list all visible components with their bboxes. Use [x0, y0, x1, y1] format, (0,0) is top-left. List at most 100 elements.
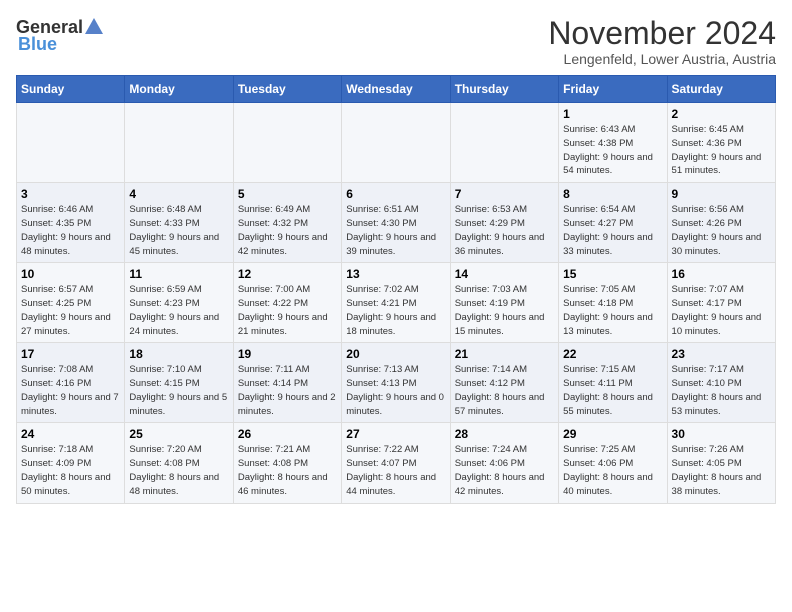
day-detail: Sunrise: 7:26 AM Sunset: 4:05 PM Dayligh… [672, 443, 771, 498]
calendar-cell [450, 103, 558, 183]
day-detail: Sunrise: 6:57 AM Sunset: 4:25 PM Dayligh… [21, 283, 120, 338]
day-number: 28 [455, 427, 554, 441]
calendar-cell: 10 Sunrise: 6:57 AM Sunset: 4:25 PM Dayli… [17, 263, 125, 343]
calendar-cell: 19 Sunrise: 7:11 AM Sunset: 4:14 PM Dayli… [233, 343, 341, 423]
day-detail: Sunrise: 6:43 AM Sunset: 4:38 PM Dayligh… [563, 123, 662, 178]
calendar-cell: 2 Sunrise: 6:45 AM Sunset: 4:36 PM Daylig… [667, 103, 775, 183]
calendar-cell: 28 Sunrise: 7:24 AM Sunset: 4:06 PM Dayli… [450, 423, 558, 503]
day-detail: Sunrise: 6:48 AM Sunset: 4:33 PM Dayligh… [129, 203, 228, 258]
day-detail: Sunrise: 7:07 AM Sunset: 4:17 PM Dayligh… [672, 283, 771, 338]
day-detail: Sunrise: 7:14 AM Sunset: 4:12 PM Dayligh… [455, 363, 554, 418]
day-number: 4 [129, 187, 228, 201]
header: General Blue November 2024 Lengenfeld, L… [16, 16, 776, 67]
calendar-cell: 18 Sunrise: 7:10 AM Sunset: 4:15 PM Dayli… [125, 343, 233, 423]
title-block: November 2024 Lengenfeld, Lower Austria,… [548, 16, 776, 67]
day-detail: Sunrise: 7:11 AM Sunset: 4:14 PM Dayligh… [238, 363, 337, 418]
day-detail: Sunrise: 6:49 AM Sunset: 4:32 PM Dayligh… [238, 203, 337, 258]
calendar-cell: 20 Sunrise: 7:13 AM Sunset: 4:13 PM Dayli… [342, 343, 450, 423]
calendar-cell: 5 Sunrise: 6:49 AM Sunset: 4:32 PM Daylig… [233, 183, 341, 263]
calendar-table: SundayMondayTuesdayWednesdayThursdayFrid… [16, 75, 776, 503]
day-detail: Sunrise: 7:21 AM Sunset: 4:08 PM Dayligh… [238, 443, 337, 498]
calendar-cell: 13 Sunrise: 7:02 AM Sunset: 4:21 PM Dayli… [342, 263, 450, 343]
day-number: 6 [346, 187, 445, 201]
day-detail: Sunrise: 6:51 AM Sunset: 4:30 PM Dayligh… [346, 203, 445, 258]
calendar-cell: 27 Sunrise: 7:22 AM Sunset: 4:07 PM Dayli… [342, 423, 450, 503]
day-header-friday: Friday [559, 76, 667, 103]
day-number: 25 [129, 427, 228, 441]
day-number: 17 [21, 347, 120, 361]
day-detail: Sunrise: 7:15 AM Sunset: 4:11 PM Dayligh… [563, 363, 662, 418]
calendar-week-row: 1 Sunrise: 6:43 AM Sunset: 4:38 PM Daylig… [17, 103, 776, 183]
day-number: 20 [346, 347, 445, 361]
day-detail: Sunrise: 7:10 AM Sunset: 4:15 PM Dayligh… [129, 363, 228, 418]
day-detail: Sunrise: 7:00 AM Sunset: 4:22 PM Dayligh… [238, 283, 337, 338]
calendar-cell: 7 Sunrise: 6:53 AM Sunset: 4:29 PM Daylig… [450, 183, 558, 263]
day-number: 3 [21, 187, 120, 201]
day-header-sunday: Sunday [17, 76, 125, 103]
day-detail: Sunrise: 6:53 AM Sunset: 4:29 PM Dayligh… [455, 203, 554, 258]
calendar-cell: 21 Sunrise: 7:14 AM Sunset: 4:12 PM Dayli… [450, 343, 558, 423]
calendar-week-row: 24Sunrise: 7:18 AM Sunset: 4:09 PM Dayli… [17, 423, 776, 503]
day-number: 19 [238, 347, 337, 361]
day-number: 7 [455, 187, 554, 201]
day-detail: Sunrise: 7:02 AM Sunset: 4:21 PM Dayligh… [346, 283, 445, 338]
calendar-cell: 17 Sunrise: 7:08 AM Sunset: 4:16 PM Dayli… [17, 343, 125, 423]
calendar-cell: 16 Sunrise: 7:07 AM Sunset: 4:17 PM Dayli… [667, 263, 775, 343]
day-detail: Sunrise: 7:22 AM Sunset: 4:07 PM Dayligh… [346, 443, 445, 498]
calendar-cell: 24Sunrise: 7:18 AM Sunset: 4:09 PM Dayli… [17, 423, 125, 503]
day-detail: Sunrise: 6:56 AM Sunset: 4:26 PM Dayligh… [672, 203, 771, 258]
calendar-cell [233, 103, 341, 183]
calendar-cell: 30 Sunrise: 7:26 AM Sunset: 4:05 PM Dayli… [667, 423, 775, 503]
day-number: 18 [129, 347, 228, 361]
day-detail: Sunrise: 6:46 AM Sunset: 4:35 PM Dayligh… [21, 203, 120, 258]
day-number: 5 [238, 187, 337, 201]
day-number: 12 [238, 267, 337, 281]
calendar-cell: 8Sunrise: 6:54 AM Sunset: 4:27 PM Daylig… [559, 183, 667, 263]
day-number: 1 [563, 107, 662, 121]
day-number: 22 [563, 347, 662, 361]
day-number: 2 [672, 107, 771, 121]
day-number: 26 [238, 427, 337, 441]
calendar-cell: 22 Sunrise: 7:15 AM Sunset: 4:11 PM Dayli… [559, 343, 667, 423]
calendar-cell [342, 103, 450, 183]
day-header-saturday: Saturday [667, 76, 775, 103]
day-detail: Sunrise: 6:45 AM Sunset: 4:36 PM Dayligh… [672, 123, 771, 178]
main-title: November 2024 [548, 16, 776, 51]
day-detail: Sunrise: 7:25 AM Sunset: 4:06 PM Dayligh… [563, 443, 662, 498]
day-detail: Sunrise: 7:17 AM Sunset: 4:10 PM Dayligh… [672, 363, 771, 418]
day-number: 9 [672, 187, 771, 201]
day-header-monday: Monday [125, 76, 233, 103]
calendar-cell: 14 Sunrise: 7:03 AM Sunset: 4:19 PM Dayli… [450, 263, 558, 343]
day-detail: Sunrise: 7:24 AM Sunset: 4:06 PM Dayligh… [455, 443, 554, 498]
day-number: 23 [672, 347, 771, 361]
day-number: 13 [346, 267, 445, 281]
day-header-tuesday: Tuesday [233, 76, 341, 103]
calendar-cell: 29Sunrise: 7:25 AM Sunset: 4:06 PM Dayli… [559, 423, 667, 503]
calendar-cell: 23 Sunrise: 7:17 AM Sunset: 4:10 PM Dayli… [667, 343, 775, 423]
day-number: 15 [563, 267, 662, 281]
day-number: 30 [672, 427, 771, 441]
day-detail: Sunrise: 7:20 AM Sunset: 4:08 PM Dayligh… [129, 443, 228, 498]
day-number: 24 [21, 427, 120, 441]
logo-icon [83, 16, 105, 38]
day-number: 14 [455, 267, 554, 281]
day-number: 21 [455, 347, 554, 361]
day-header-wednesday: Wednesday [342, 76, 450, 103]
calendar-cell: 3 Sunrise: 6:46 AM Sunset: 4:35 PM Daylig… [17, 183, 125, 263]
day-detail: Sunrise: 7:05 AM Sunset: 4:18 PM Dayligh… [563, 283, 662, 338]
day-number: 10 [21, 267, 120, 281]
calendar-cell: 11Sunrise: 6:59 AM Sunset: 4:23 PM Dayli… [125, 263, 233, 343]
day-number: 27 [346, 427, 445, 441]
day-number: 16 [672, 267, 771, 281]
day-detail: Sunrise: 7:03 AM Sunset: 4:19 PM Dayligh… [455, 283, 554, 338]
subtitle: Lengenfeld, Lower Austria, Austria [548, 51, 776, 67]
day-detail: Sunrise: 6:59 AM Sunset: 4:23 PM Dayligh… [129, 283, 228, 338]
calendar-cell [125, 103, 233, 183]
day-detail: Sunrise: 7:13 AM Sunset: 4:13 PM Dayligh… [346, 363, 445, 418]
day-number: 8 [563, 187, 662, 201]
calendar-cell: 6 Sunrise: 6:51 AM Sunset: 4:30 PM Daylig… [342, 183, 450, 263]
calendar-cell [17, 103, 125, 183]
calendar-cell: 12 Sunrise: 7:00 AM Sunset: 4:22 PM Dayli… [233, 263, 341, 343]
logo: General Blue [16, 16, 105, 55]
day-detail: Sunrise: 7:08 AM Sunset: 4:16 PM Dayligh… [21, 363, 120, 418]
